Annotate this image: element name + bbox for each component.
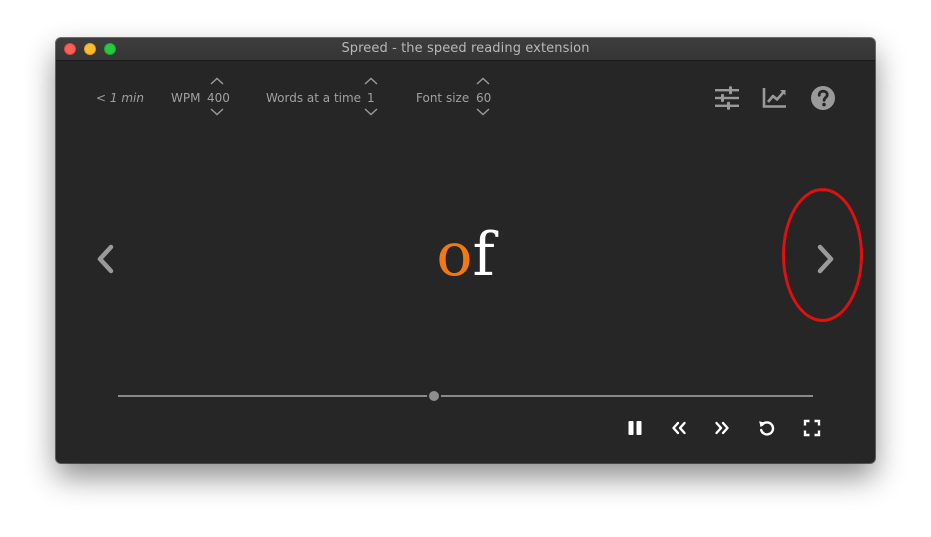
word-remainder: f bbox=[472, 220, 495, 290]
wpm-increase-button[interactable] bbox=[210, 77, 224, 85]
chevron-down-icon bbox=[210, 108, 224, 116]
rewind-icon bbox=[672, 421, 686, 435]
font-size-value[interactable]: 60 bbox=[476, 91, 491, 105]
current-word: of bbox=[56, 220, 875, 290]
chevron-up-icon bbox=[210, 77, 224, 85]
rewind-button[interactable] bbox=[669, 418, 689, 438]
restart-button[interactable] bbox=[757, 418, 777, 438]
wpm-label: WPM bbox=[171, 91, 201, 105]
chevron-up-icon bbox=[364, 77, 378, 85]
fullscreen-icon bbox=[803, 419, 821, 437]
help-button[interactable] bbox=[810, 85, 836, 111]
words-increase-button[interactable] bbox=[364, 77, 378, 85]
fast-forward-icon bbox=[715, 421, 729, 435]
app-window: Spreed - the speed reading extension < 1… bbox=[56, 38, 875, 463]
chart-line-icon bbox=[762, 88, 786, 108]
settings-sliders-button[interactable] bbox=[714, 85, 740, 111]
progress-slider[interactable] bbox=[118, 391, 813, 401]
statistics-button[interactable] bbox=[762, 85, 788, 111]
restart-icon bbox=[759, 421, 775, 436]
chevron-down-icon bbox=[364, 108, 378, 116]
chevron-up-icon bbox=[476, 77, 490, 85]
word-pivot-letter: o bbox=[436, 220, 473, 290]
fast-forward-button[interactable] bbox=[712, 418, 732, 438]
pause-button[interactable] bbox=[625, 418, 645, 438]
wpm-decrease-button[interactable] bbox=[210, 108, 224, 116]
words-at-a-time-label: Words at a time bbox=[266, 91, 362, 105]
words-at-a-time-value[interactable]: 1 bbox=[367, 91, 375, 105]
time-estimate: < 1 min bbox=[96, 91, 144, 105]
font-size-increase-button[interactable] bbox=[476, 77, 490, 85]
chevron-down-icon bbox=[476, 108, 490, 116]
words-decrease-button[interactable] bbox=[364, 108, 378, 116]
wpm-value[interactable]: 400 bbox=[207, 91, 230, 105]
window-title: Spreed - the speed reading extension bbox=[341, 41, 590, 56]
font-size-label: Font size bbox=[416, 91, 470, 105]
fullscreen-button[interactable] bbox=[802, 418, 822, 438]
help-icon bbox=[811, 86, 835, 110]
title-bar[interactable]: Spreed - the speed reading extension bbox=[56, 38, 875, 61]
sliders-icon bbox=[715, 86, 739, 110]
font-size-decrease-button[interactable] bbox=[476, 108, 490, 116]
progress-handle[interactable] bbox=[429, 391, 440, 401]
pause-icon bbox=[628, 421, 642, 435]
